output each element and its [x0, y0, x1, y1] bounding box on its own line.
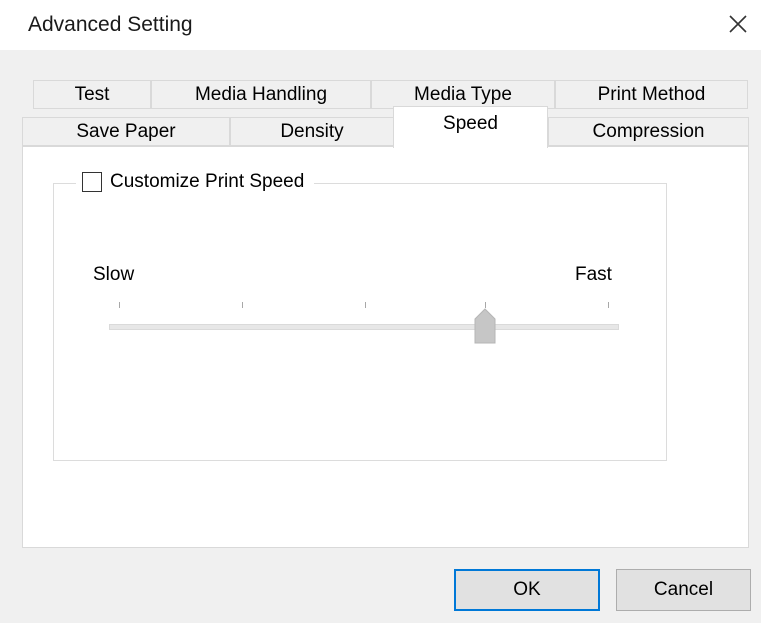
dialog-title: Advanced Setting [28, 13, 193, 36]
ok-button[interactable]: OK [454, 569, 600, 611]
tab-media-handling[interactable]: Media Handling [151, 80, 371, 109]
title-bar: Advanced Setting [0, 0, 761, 50]
customize-print-speed-label: Customize Print Speed [110, 171, 305, 192]
tab-print-method[interactable]: Print Method [555, 80, 748, 109]
cancel-button[interactable]: Cancel [616, 569, 751, 611]
speed-slider-track[interactable] [109, 324, 619, 330]
tab-save-paper[interactable]: Save Paper [22, 117, 230, 146]
print-speed-group: Customize Print Speed Slow Fast [53, 171, 667, 461]
speed-tab-panel: Customize Print Speed Slow Fast [22, 146, 749, 548]
slider-tick [608, 302, 609, 308]
slider-min-label: Slow [93, 264, 135, 285]
slider-thumb-icon [474, 308, 496, 348]
tab-media-type[interactable]: Media Type [371, 80, 555, 109]
close-button[interactable] [718, 6, 758, 46]
close-icon [729, 14, 747, 38]
tab-compression[interactable]: Compression [548, 117, 749, 146]
slider-tick [242, 302, 243, 308]
slider-tick [365, 302, 366, 308]
tab-speed[interactable]: Speed [393, 106, 548, 148]
customize-print-speed-checkbox[interactable]: Customize Print Speed [76, 171, 315, 193]
speed-slider-thumb[interactable] [474, 308, 496, 344]
checkbox-box[interactable] [82, 172, 102, 192]
tab-density[interactable]: Density [230, 117, 394, 146]
slider-max-label: Fast [575, 264, 612, 285]
slider-tick [119, 302, 120, 308]
tab-test[interactable]: Test [33, 80, 151, 109]
